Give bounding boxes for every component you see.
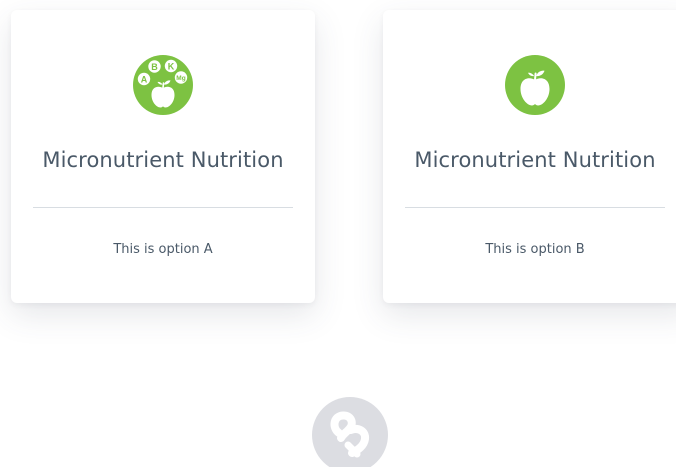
badge-a: A: [141, 74, 148, 84]
apple-icon: [505, 55, 565, 115]
option-a-card[interactable]: A B K Mg Micronutrient Nutrition This is…: [11, 10, 315, 303]
badge-mg: Mg: [176, 75, 185, 82]
apple-vitamins-icon: A B K Mg: [133, 55, 193, 115]
option-selection-screen: A B K Mg Micronutrient Nutrition This is…: [0, 0, 676, 467]
option-b-divider: [405, 207, 665, 208]
option-a-description: This is option A: [113, 242, 213, 257]
brand-logo-icon: [312, 397, 388, 467]
option-a-divider: [33, 207, 293, 208]
option-b-card[interactable]: Micronutrient Nutrition This is option B: [383, 10, 676, 303]
badge-b: B: [151, 62, 158, 72]
option-a-title: Micronutrient Nutrition: [42, 148, 284, 172]
badge-k: K: [168, 61, 175, 71]
option-b-description: This is option B: [485, 242, 585, 257]
option-b-title: Micronutrient Nutrition: [414, 148, 656, 172]
